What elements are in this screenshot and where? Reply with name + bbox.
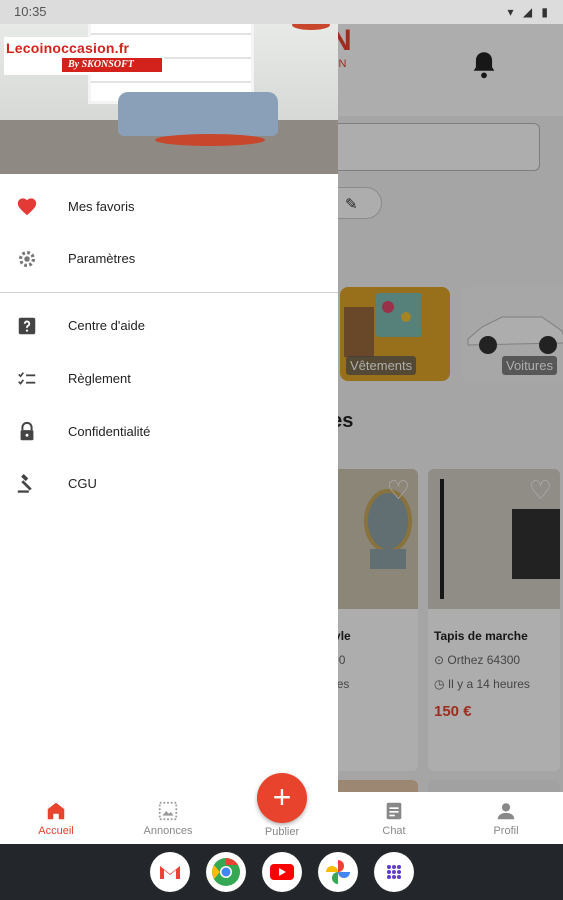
- help-icon: [18, 317, 36, 335]
- menu-item-parametres[interactable]: Paramètres: [0, 234, 338, 286]
- menu-item-label: Règlement: [68, 371, 131, 386]
- gmail-icon[interactable]: [150, 852, 190, 892]
- screen: 10:35 ▾ ◢ ▮ N ON ✎ s Vêtements Voitures …: [0, 0, 563, 900]
- gear-icon: [18, 250, 36, 268]
- nav-tab-annonces[interactable]: Annonces: [130, 792, 206, 844]
- menu-item-cgu[interactable]: CGU: [0, 459, 338, 511]
- gavel-icon: [17, 474, 32, 493]
- status-bar: 10:35 ▾ ◢ ▮: [0, 0, 563, 24]
- drawer-divider: [0, 292, 338, 293]
- chat-icon: [386, 802, 402, 820]
- nav-tab-label: Annonces: [143, 825, 193, 837]
- status-time: 10:35: [14, 4, 47, 19]
- heart-icon: [17, 198, 37, 216]
- drawer-logo-sub-bar: By SKONSOFT: [62, 58, 162, 72]
- nav-tab-label: Chat: [382, 825, 406, 837]
- nav-tab-label: Accueil: [38, 825, 74, 837]
- nav-tab-label: Profil: [493, 825, 519, 837]
- nav-tab-profil[interactable]: Profil: [468, 792, 544, 844]
- status-icons: ▾ ◢ ▮: [507, 5, 551, 19]
- publish-fab-button[interactable]: +: [257, 773, 307, 823]
- menu-item-reglement[interactable]: Règlement: [0, 354, 338, 406]
- menu-item-label: CGU: [68, 476, 97, 491]
- header-photo-table: [155, 134, 265, 146]
- system-taskbar: [0, 844, 563, 900]
- drawer-logo-title: Lecoinoccasion.fr: [6, 40, 130, 56]
- menu-item-confidentialite[interactable]: Confidentialité: [0, 407, 338, 459]
- menu-item-label: Mes favoris: [68, 199, 135, 214]
- lock-icon: [20, 421, 34, 441]
- checklist-icon: [18, 372, 36, 385]
- navigation-drawer: Lecoinoccasion.fr By SKONSOFT Mes favori…: [0, 0, 338, 792]
- drawer-logo: Lecoinoccasion.fr By SKONSOFT: [4, 37, 164, 75]
- nav-tab-chat[interactable]: Chat: [356, 792, 432, 844]
- plus-icon: +: [272, 779, 292, 815]
- menu-item-label: Confidentialité: [68, 424, 151, 439]
- menu-item-label: Paramètres: [68, 251, 136, 266]
- ads-icon: [158, 801, 178, 821]
- photos-icon[interactable]: [318, 852, 358, 892]
- menu-item-favoris[interactable]: Mes favoris: [0, 182, 338, 234]
- home-icon: [47, 802, 65, 820]
- menu-item-label: Centre d'aide: [68, 318, 145, 333]
- youtube-icon[interactable]: [262, 852, 302, 892]
- app-drawer-icon[interactable]: [374, 852, 414, 892]
- header-photo-sofa: [118, 92, 278, 136]
- menu-item-centre-aide[interactable]: Centre d'aide: [0, 301, 338, 353]
- drawer-logo-sub: By SKONSOFT: [68, 59, 134, 70]
- person-icon: [497, 803, 515, 820]
- nav-tab-label-publier: Publier: [264, 826, 300, 838]
- chrome-icon[interactable]: [206, 852, 246, 892]
- nav-tab-accueil[interactable]: Accueil: [18, 792, 94, 844]
- drawer-header: Lecoinoccasion.fr By SKONSOFT: [0, 0, 338, 174]
